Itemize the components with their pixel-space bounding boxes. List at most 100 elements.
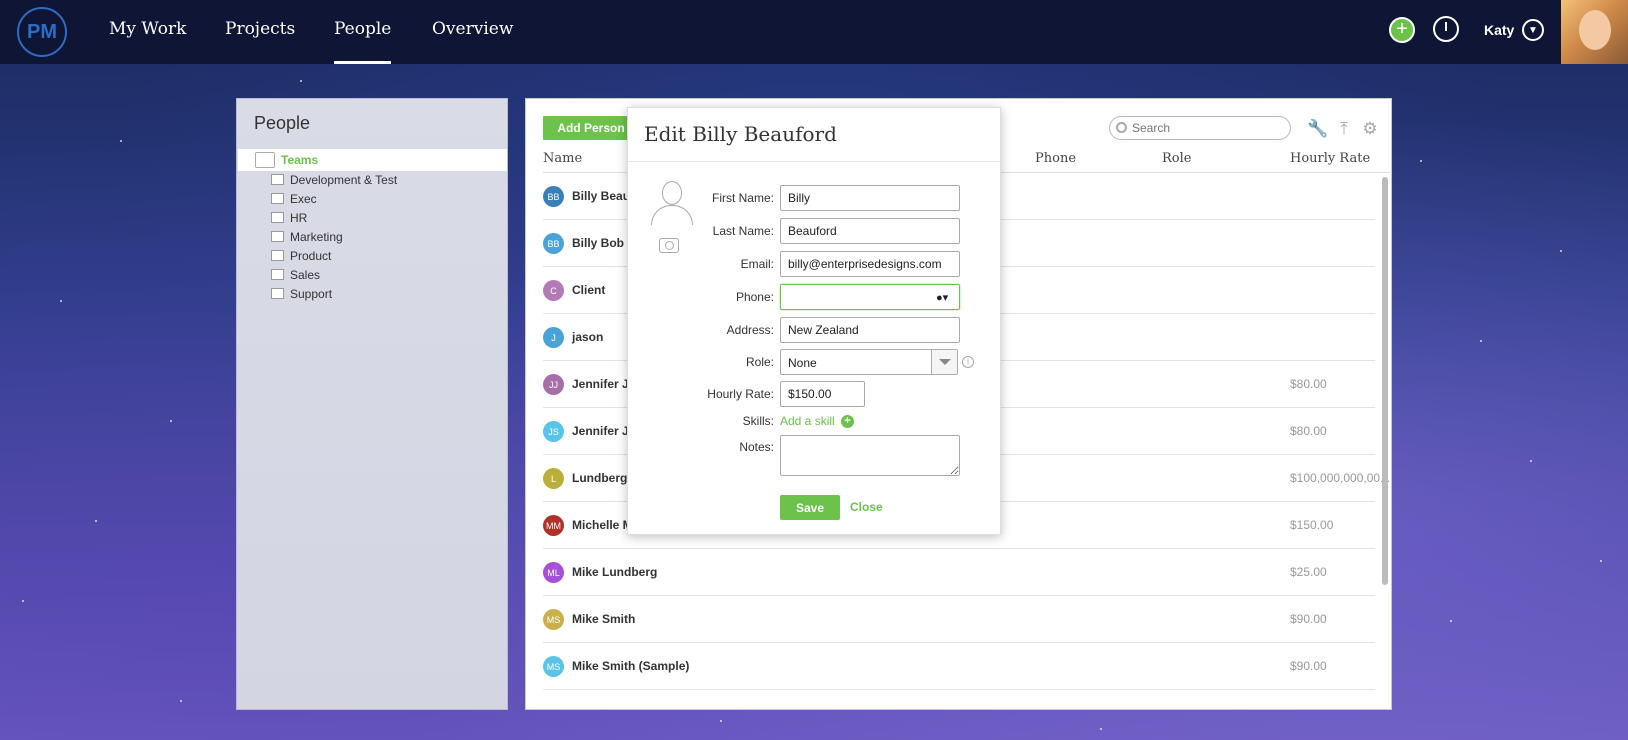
person-name[interactable]: Billy Beau — [572, 189, 630, 203]
upload-icon[interactable]: ⤒ — [1334, 119, 1354, 139]
person-hourly-rate: $100,000,000,00... — [1290, 471, 1391, 485]
person-avatar: L — [543, 468, 564, 489]
role-label: Role: — [745, 355, 774, 369]
person-name[interactable]: Mike Smith — [572, 612, 635, 626]
top-nav: PM My Work Projects People Overview + Ka… — [0, 0, 1628, 64]
person-name[interactable]: Mike Smith (Sample) — [572, 659, 689, 673]
user-avatar[interactable] — [1561, 0, 1628, 64]
search-icon — [1116, 122, 1127, 133]
save-button[interactable]: Save — [780, 495, 840, 520]
person-name[interactable]: Michelle M — [572, 518, 633, 532]
team-label: Support — [290, 287, 333, 301]
person-avatar: JS — [543, 421, 564, 442]
team-label: Development & Test — [290, 173, 398, 187]
checkbox-icon — [271, 212, 284, 223]
person-name[interactable]: Lundberg — [572, 471, 627, 485]
nav-people[interactable]: People — [334, 19, 392, 64]
role-select[interactable]: None — [780, 349, 958, 375]
person-avatar: MS — [543, 609, 564, 630]
person-name[interactable]: Client — [572, 283, 605, 297]
person-hourly-rate: $90.00 — [1290, 659, 1327, 673]
scrollbar[interactable] — [1382, 177, 1388, 585]
team-label: Product — [290, 249, 332, 263]
search-box[interactable] — [1109, 116, 1291, 140]
camera-icon[interactable] — [659, 238, 679, 253]
address-field[interactable] — [780, 317, 960, 343]
chevron-down-icon[interactable]: ▼ — [1522, 19, 1544, 41]
phone-type-dropdown-icon[interactable]: ●▾ — [936, 291, 948, 304]
person-name[interactable]: Jennifer J — [572, 377, 629, 391]
person-name[interactable]: jason — [572, 330, 603, 344]
address-label: Address: — [726, 323, 774, 337]
person-avatar: MS — [543, 656, 564, 677]
first-name-label: First Name: — [711, 191, 774, 205]
person-avatar: C — [543, 280, 564, 301]
checkbox-icon — [271, 250, 284, 261]
plus-icon: + — [1396, 18, 1408, 40]
user-name[interactable]: Katy — [1484, 22, 1514, 38]
column-header-phone[interactable]: Phone — [1035, 151, 1076, 166]
person-row[interactable]: MS Mike Smith $90.00 — [543, 596, 1375, 643]
checkbox-icon — [271, 269, 284, 280]
edit-person-dialog: Edit Billy Beauford First Name: Last Nam… — [627, 107, 1001, 535]
notes-label: Notes: — [739, 440, 774, 454]
phone-field[interactable] — [780, 284, 960, 310]
email-field[interactable] — [780, 251, 960, 277]
first-name-field[interactable] — [780, 185, 960, 211]
global-add-button[interactable]: + — [1389, 17, 1415, 43]
email-label: Email: — [740, 257, 774, 271]
add-skill-link[interactable]: Add a skill — [780, 414, 835, 428]
team-label: Marketing — [290, 230, 343, 244]
hourly-rate-field[interactable] — [780, 381, 865, 407]
close-button[interactable]: Close — [850, 500, 883, 514]
gear-icon[interactable]: ⚙ — [1360, 119, 1380, 139]
column-header-role[interactable]: Role — [1162, 151, 1191, 166]
person-avatar: MM — [543, 515, 564, 536]
team-label: HR — [290, 211, 308, 225]
person-row[interactable]: ML Mike Lundberg $25.00 — [543, 549, 1375, 596]
phone-label: Phone: — [735, 290, 774, 304]
person-name[interactable]: Billy Bob — [572, 236, 624, 250]
column-header-name[interactable]: Name — [543, 151, 582, 166]
person-name[interactable]: Jennifer J — [572, 424, 629, 438]
stopwatch-icon[interactable] — [1433, 16, 1459, 42]
person-avatar: J — [543, 327, 564, 348]
role-selected-value: None — [788, 356, 817, 370]
dialog-title: Edit Billy Beauford — [644, 122, 837, 146]
info-icon[interactable]: i — [962, 356, 974, 368]
person-hourly-rate: $25.00 — [1290, 565, 1327, 579]
nav-overview[interactable]: Overview — [432, 19, 513, 39]
wrench-icon[interactable]: 🔧 — [1307, 119, 1328, 139]
last-name-field[interactable] — [780, 218, 960, 244]
notes-field[interactable] — [780, 435, 960, 476]
dialog-divider — [628, 161, 1000, 162]
person-hourly-rate: $80.00 — [1290, 424, 1327, 438]
nav-projects[interactable]: Projects — [225, 19, 295, 39]
person-placeholder-icon — [651, 181, 693, 225]
person-hourly-rate: $150.00 — [1290, 518, 1334, 532]
teams-panel: People Teams Development & Test Exec HR … — [236, 98, 508, 710]
search-input[interactable] — [1132, 120, 1282, 136]
person-avatar: ML — [543, 562, 564, 583]
person-hourly-rate: $80.00 — [1290, 377, 1327, 391]
person-avatar: BB — [543, 233, 564, 254]
folder-icon — [255, 152, 275, 168]
nav-my-work[interactable]: My Work — [109, 19, 186, 39]
plus-circle-icon[interactable]: + — [841, 415, 854, 428]
team-label: Sales — [290, 268, 321, 282]
column-header-hourly-rate[interactable]: Hourly Rate — [1290, 151, 1370, 166]
last-name-label: Last Name: — [712, 224, 774, 238]
team-label: Exec — [290, 192, 317, 206]
person-name[interactable]: Mike Lundberg — [572, 565, 657, 579]
add-person-button[interactable]: Add Person — [543, 116, 639, 140]
checkbox-icon — [271, 174, 284, 185]
skills-label: Skills: — [742, 414, 774, 428]
person-avatar: BB — [543, 186, 564, 207]
pm-logo[interactable]: PM — [17, 7, 67, 57]
person-row[interactable]: MS Mike Smith (Sample) $90.00 — [543, 643, 1375, 690]
checkbox-icon — [271, 288, 284, 299]
person-avatar: JJ — [543, 374, 564, 395]
teams-root-row[interactable]: Teams — [238, 149, 507, 171]
chevron-down-icon[interactable] — [931, 350, 957, 374]
person-hourly-rate: $90.00 — [1290, 612, 1327, 626]
